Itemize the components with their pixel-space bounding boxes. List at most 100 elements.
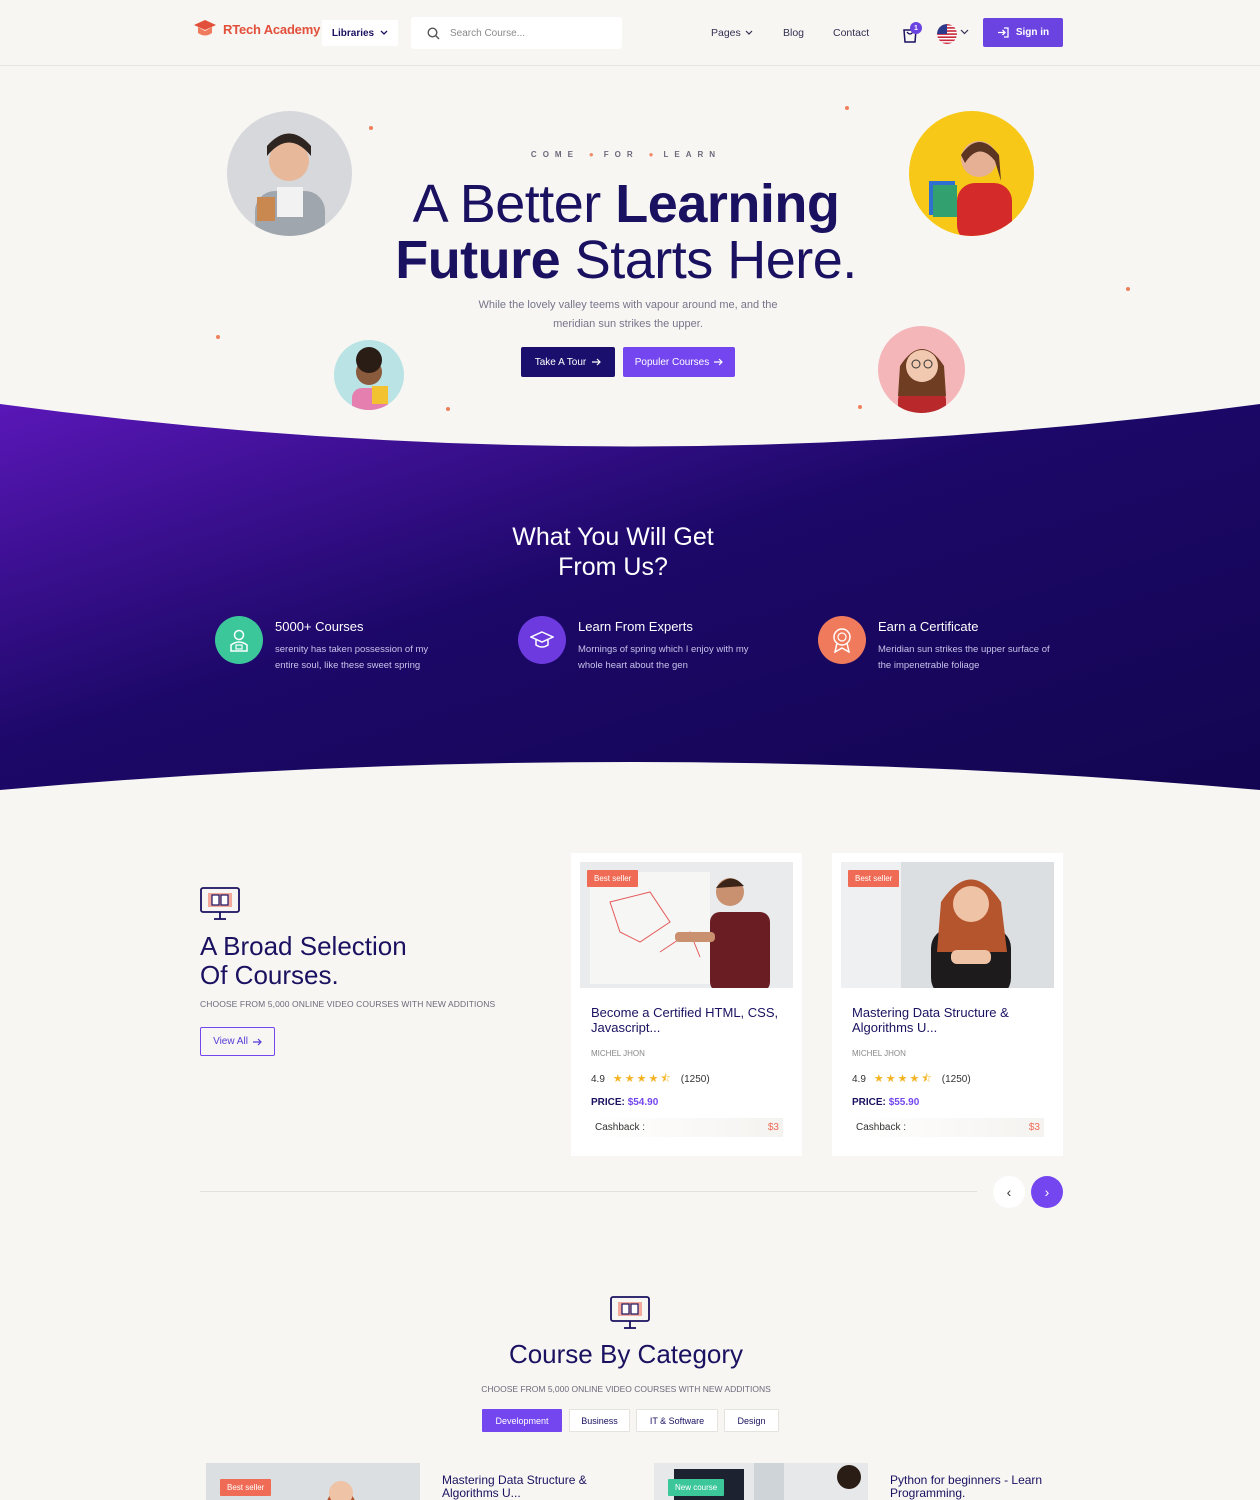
course-title[interactable]: Mastering Data Structure & Algorithms U.… — [852, 1005, 1042, 1035]
benefits-title-line: From Us? — [558, 553, 668, 581]
rating-value: 4.9 — [591, 1074, 605, 1085]
broad-title-line: A Broad Selection — [200, 931, 407, 961]
best-seller-badge: Best seller — [220, 1479, 272, 1496]
new-course-badge: New course — [668, 1479, 725, 1496]
price-label: PRICE: — [591, 1097, 625, 1108]
arrow-right-icon — [592, 358, 602, 366]
benefit-desc: Mornings of spring which I enjoy with my… — [578, 644, 749, 671]
chevron-down-icon[interactable] — [960, 29, 969, 35]
hero-eyebrow: COME ● FOR ● LEARN — [0, 150, 1252, 159]
cashback-row: Cashback : $3 — [591, 1118, 783, 1137]
logo[interactable]: RTech Academy — [193, 19, 320, 39]
broad-selection-title: A Broad Selection Of Courses. — [200, 932, 407, 990]
arrow-right-icon — [714, 358, 724, 366]
best-seller-badge: Best seller — [587, 870, 639, 887]
hero-subtitle: While the lovely valley teems with vapou… — [478, 299, 778, 330]
search-input[interactable] — [450, 27, 610, 39]
nav-blog-label: Blog — [783, 27, 805, 39]
category-subtitle: CHOOSE FROM 5,000 ONLINE VIDEO COURSES W… — [481, 1384, 771, 1394]
decor-dot — [845, 106, 849, 110]
tab-business[interactable]: Business — [569, 1409, 630, 1432]
monitor-book-icon — [610, 1296, 650, 1329]
libraries-dropdown[interactable]: Libraries — [322, 20, 398, 46]
tab-it-software[interactable]: IT & Software — [636, 1409, 718, 1432]
price-value: $54.90 — [627, 1097, 659, 1108]
monitor-book-icon — [200, 887, 240, 920]
nav-pages-label: Pages — [711, 27, 741, 39]
graduation-cap-icon — [518, 616, 566, 664]
cashback-amount: $3 — [1028, 1122, 1040, 1133]
hero-title-light: Starts Here. — [560, 230, 858, 290]
course-price: PRICE: $54.90 — [591, 1097, 658, 1108]
benefit-desc: serenity has taken possession of my enti… — [275, 644, 429, 671]
us-flag-icon[interactable] — [937, 24, 957, 44]
course-title[interactable]: Python for beginners - Learn Programming… — [890, 1474, 1060, 1500]
nav-pages[interactable]: Pages — [711, 27, 753, 39]
course-price: PRICE: $55.90 — [852, 1097, 919, 1108]
chevron-down-icon — [380, 30, 388, 35]
eyebrow-word: FOR — [603, 150, 639, 159]
price-label: PRICE: — [852, 1097, 886, 1108]
course-card[interactable]: Best seller Become a Certified HTML, CSS… — [571, 853, 802, 1156]
benefits-title-line: What You Will Get — [512, 523, 714, 551]
nav-contact-label: Contact — [833, 27, 870, 39]
eyebrow-dot: ● — [588, 150, 594, 159]
eyebrow-word: COME — [530, 150, 579, 159]
course-rating: 4.9 ★★★★⯪ (1250) — [852, 1070, 971, 1089]
benefit-item: 5000+ Courses serenity has taken possess… — [215, 616, 450, 674]
carousel-prev-button[interactable]: ‹ — [993, 1176, 1025, 1208]
course-title[interactable]: Mastering Data Structure & Algorithms U.… — [442, 1474, 612, 1500]
search-icon — [427, 26, 440, 39]
broad-selection-subtitle: CHOOSE FROM 5,000 ONLINE VIDEO COURSES W… — [200, 999, 496, 1009]
benefit-title: Earn a Certificate — [878, 619, 979, 634]
student-icon — [215, 616, 263, 664]
eyebrow-word: LEARN — [663, 150, 722, 159]
hero-title-light: A Better — [412, 174, 616, 234]
logo-text: RTech Academy — [223, 21, 321, 37]
sign-in-button[interactable]: Sign in — [983, 18, 1063, 47]
nav-blog[interactable]: Blog — [783, 27, 804, 39]
popular-courses-label: Populer Courses — [634, 356, 710, 368]
sign-in-label: Sign in — [1015, 27, 1050, 38]
cashback-row: Cashback : $3 — [852, 1118, 1044, 1137]
student-avatar-photo — [878, 326, 965, 413]
view-all-button[interactable]: View All — [200, 1027, 275, 1056]
cart-count-badge: 1 — [910, 22, 922, 34]
student-avatar-photo — [334, 340, 404, 410]
take-tour-button[interactable]: Take A Tour — [521, 347, 615, 377]
carousel-next-button[interactable]: › — [1031, 1176, 1063, 1208]
arrow-right-icon — [252, 1038, 262, 1045]
review-count: (1250) — [680, 1074, 710, 1085]
price-value: $55.90 — [888, 1097, 920, 1108]
category-title: Course By Category — [508, 1339, 744, 1369]
certificate-icon — [818, 616, 866, 664]
search-box — [411, 17, 622, 49]
nav-contact[interactable]: Contact — [833, 27, 869, 39]
tab-development[interactable]: Development — [482, 1409, 562, 1432]
course-card[interactable]: Best seller Mastering Data Structure & A… — [832, 853, 1063, 1156]
benefit-item: Learn From Experts Mornings of spring wh… — [518, 616, 753, 674]
broad-title-line: Of Courses. — [200, 960, 339, 990]
view-all-label: View All — [213, 1036, 248, 1047]
hero-title-bold: Future — [395, 230, 561, 290]
carousel-divider — [200, 1191, 977, 1192]
take-tour-label: Take A Tour — [534, 356, 587, 368]
cashback-label: Cashback : — [856, 1122, 907, 1133]
best-seller-badge: Best seller — [848, 870, 900, 887]
benefit-title: 5000+ Courses — [275, 619, 364, 634]
popular-courses-button[interactable]: Populer Courses — [623, 347, 735, 377]
tab-design[interactable]: Design — [724, 1409, 779, 1432]
benefit-item: Earn a Certificate Meridian sun strikes … — [818, 616, 1053, 674]
benefits-wave-background — [0, 404, 1260, 790]
hero-title-bold: Learning — [615, 174, 840, 234]
course-title[interactable]: Become a Certified HTML, CSS, Javascript… — [591, 1005, 781, 1035]
benefit-desc: Meridian sun strikes the upper surface o… — [878, 644, 1050, 671]
rating-value: 4.9 — [852, 1074, 866, 1085]
star-rating-icon: ★★★★⯪ — [612, 1073, 673, 1085]
login-icon — [997, 27, 1009, 38]
cashback-label: Cashback : — [595, 1122, 646, 1133]
hero-title: A Better Learning Future Starts Here. — [0, 176, 1252, 288]
star-rating-icon: ★★★★⯪ — [873, 1073, 934, 1085]
site-header: RTech Academy Libraries Pages Blog Conta… — [0, 0, 1260, 66]
graduation-cap-logo-icon — [194, 20, 216, 36]
